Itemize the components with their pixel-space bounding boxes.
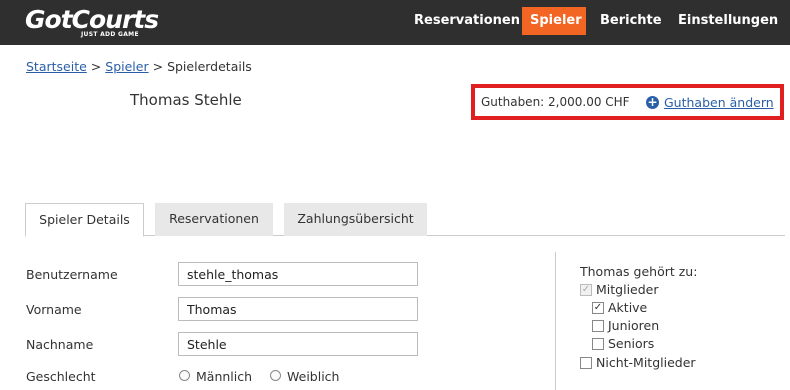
members-label: Mitglieder — [596, 282, 659, 297]
gotcourts-logo[interactable]: GotCourts JUST ADD GAME — [25, 5, 159, 38]
seniors-label[interactable]: Seniors — [608, 336, 654, 351]
non-members-label[interactable]: Nicht-Mitglieder — [596, 355, 696, 370]
firstname-input[interactable] — [178, 297, 418, 321]
plus-circle-icon[interactable]: + — [646, 96, 659, 109]
nav-einstellungen[interactable]: Einstellungen — [670, 7, 778, 35]
breadcrumb-separator: > — [90, 59, 102, 74]
active-checkbox[interactable]: ✓ — [592, 302, 604, 314]
breadcrumb-home-link[interactable]: Startseite — [26, 59, 87, 74]
tab-zahlungsuebersicht[interactable]: Zahlungsübersicht — [284, 203, 427, 236]
breadcrumb: Startseite > Spieler > Spielerdetails — [26, 59, 252, 74]
logo-tagline: JUST ADD GAME — [81, 31, 139, 38]
gender-female-label[interactable]: Weiblich — [287, 369, 339, 384]
active-label[interactable]: Aktive — [608, 300, 647, 315]
members-checkbox: ✓ — [580, 284, 592, 296]
gender-male-radio[interactable] — [179, 370, 190, 381]
username-label: Benutzername — [26, 267, 118, 282]
nav-spieler[interactable]: Spieler — [522, 7, 586, 35]
gender-female-radio[interactable] — [270, 370, 281, 381]
breadcrumb-players-link[interactable]: Spieler — [105, 59, 148, 74]
change-balance-link[interactable]: Guthaben ändern — [664, 95, 774, 110]
gender-label: Geschlecht — [26, 369, 96, 384]
lastname-input[interactable] — [178, 332, 418, 356]
breadcrumb-current: Spielerdetails — [167, 59, 252, 74]
player-name-heading: Thomas Stehle — [130, 91, 242, 109]
seniors-checkbox[interactable] — [592, 338, 604, 350]
breadcrumb-separator: > — [152, 59, 164, 74]
lastname-label: Nachname — [26, 337, 94, 352]
logo-text: GotCourts — [25, 5, 159, 34]
non-members-checkbox[interactable] — [580, 357, 592, 369]
firstname-label: Vorname — [26, 302, 82, 317]
juniors-label[interactable]: Junioren — [608, 318, 659, 333]
section-divider — [555, 252, 556, 390]
tab-spieler-details[interactable]: Spieler Details — [25, 203, 144, 237]
tab-reservationen[interactable]: Reservationen — [155, 203, 273, 236]
nav-berichte[interactable]: Berichte — [592, 7, 663, 35]
top-navigation-bar: GotCourts JUST ADD GAME Reservationen Sp… — [0, 0, 790, 45]
groups-title: Thomas gehört zu: — [580, 264, 698, 279]
juniors-checkbox[interactable] — [592, 320, 604, 332]
balance-label: Guthaben: 2,000.00 CHF — [481, 95, 630, 109]
nav-reservationen[interactable]: Reservationen — [406, 7, 520, 35]
gender-male-label[interactable]: Männlich — [196, 369, 252, 384]
balance-highlight-box: Guthaben: 2,000.00 CHF + Guthaben ändern — [471, 84, 784, 120]
username-input[interactable] — [178, 262, 418, 286]
